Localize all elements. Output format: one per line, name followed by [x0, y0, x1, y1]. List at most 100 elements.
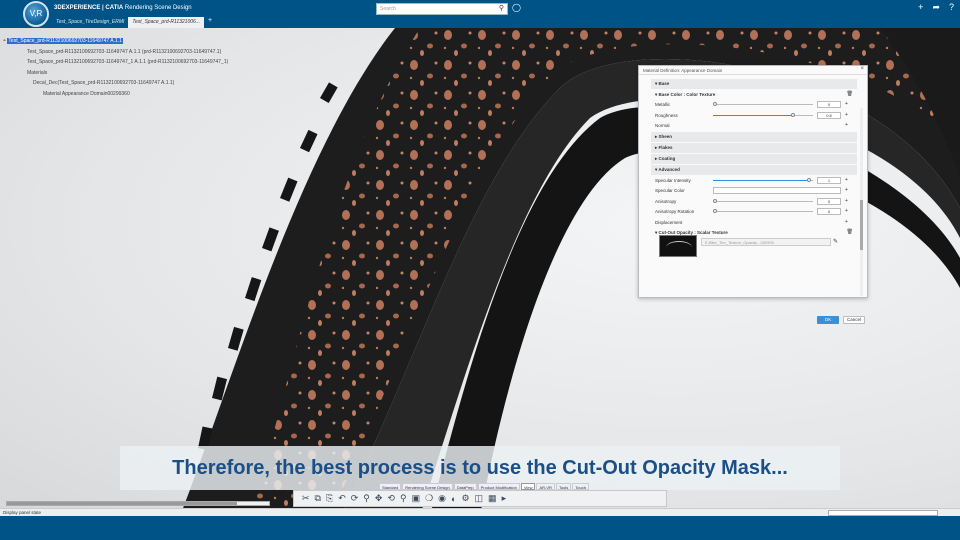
- plus-icon[interactable]: +: [845, 177, 848, 183]
- share-icon[interactable]: ➦: [932, 2, 940, 13]
- cancel-button[interactable]: Cancel: [843, 316, 865, 324]
- section-base[interactable]: ▾ Base: [651, 79, 857, 89]
- tree-item[interactable]: Test_Space_prd-R1132100692703-11649747_1…: [3, 57, 228, 68]
- plus-icon[interactable]: +: [845, 122, 848, 128]
- section-advanced[interactable]: ▾ Advanced: [651, 164, 857, 175]
- metallic-slider[interactable]: [713, 102, 813, 106]
- anisotropy-field[interactable]: 0: [817, 197, 841, 205]
- cube-view-icon[interactable]: ❍: [425, 493, 433, 504]
- display-icon[interactable]: ◫: [475, 493, 484, 504]
- search-icon[interactable]: ⚲: [400, 493, 407, 504]
- specular-color-swatch[interactable]: [713, 187, 841, 194]
- trash-icon[interactable]: 🗑: [847, 229, 853, 235]
- status-bar: Display panel state: [0, 508, 960, 516]
- tab-touch[interactable]: Touch: [572, 483, 589, 490]
- tree-icon[interactable]: ▦: [488, 493, 497, 504]
- base-color-header[interactable]: ▾ Base Color : Color Texture 🗑: [651, 90, 857, 100]
- tab-standard[interactable]: Standard: [379, 483, 402, 490]
- search-placeholder: Search: [380, 6, 396, 12]
- tab-dataprep[interactable]: DataPrep: [453, 483, 477, 490]
- tab-tire-design[interactable]: Test_Space_TireDesign_ERMI: [52, 17, 128, 28]
- tag-icon[interactable]: ◯: [512, 3, 521, 12]
- plus-icon[interactable]: +: [845, 198, 848, 204]
- normal-row: Normal +: [651, 121, 857, 132]
- dialog-title: Material Definition: Appearance Domain ×: [639, 66, 867, 75]
- roughness-row: Roughness 0.8 +: [651, 111, 857, 122]
- settings-icon[interactable]: ⚙: [461, 493, 469, 504]
- tree-item-root[interactable]: ◓ Test_Space_prd-R1132100692703-11649747…: [3, 36, 228, 47]
- tree-item-decal[interactable]: Decal_Dec(Test_Space_prd-R1132100692703-…: [3, 78, 228, 89]
- search-icon[interactable]: ⚲: [499, 4, 504, 12]
- metallic-label: Metallic: [655, 102, 671, 107]
- specular-intensity-field[interactable]: 1: [817, 176, 841, 184]
- texture-edit-icon[interactable]: ✎: [833, 238, 838, 245]
- app-name: Rendering Scene Design: [124, 5, 192, 11]
- plus-icon[interactable]: +: [845, 187, 848, 193]
- displacement-row: Displacement +: [651, 218, 857, 229]
- material-icon[interactable]: ◐: [451, 494, 456, 504]
- paste-icon[interactable]: ⎘: [326, 493, 333, 504]
- compass-icon[interactable]: V,R: [23, 1, 49, 27]
- rotate-icon[interactable]: ⟲: [387, 493, 395, 504]
- texture-thumbnail[interactable]: [659, 235, 697, 257]
- dialog-body: ▾ Base ▾ Base Color : Color Texture 🗑 Met…: [651, 79, 857, 275]
- tab-view[interactable]: View: [520, 483, 536, 490]
- zoom-icon[interactable]: ⚲: [363, 493, 370, 504]
- plus-icon[interactable]: +: [845, 208, 848, 214]
- section-coating[interactable]: ▸ Coating: [651, 153, 857, 164]
- tree-item-material[interactable]: Material Appearance Domain00299360: [3, 89, 228, 100]
- document-tabs: Test_Space_TireDesign_ERMI Test_Space_pr…: [52, 17, 216, 28]
- pan-icon[interactable]: ✥: [375, 493, 383, 504]
- specular-intensity-slider[interactable]: [713, 177, 813, 182]
- app-title: 3DEXPERIENCE | CATIA Rendering Scene Des…: [54, 5, 192, 11]
- dialog-scrollbar[interactable]: [860, 108, 863, 296]
- search-input[interactable]: Search ⚲: [376, 3, 508, 15]
- add-icon[interactable]: +: [918, 2, 923, 13]
- new-tab-icon[interactable]: +: [204, 17, 216, 28]
- ok-button[interactable]: OK: [817, 316, 839, 324]
- tab-rendering-scene-design[interactable]: Rendering Scene Design: [402, 483, 453, 490]
- tab-product-modification[interactable]: Product Modification: [477, 483, 520, 490]
- anisotropy-slider[interactable]: [713, 198, 813, 203]
- specular-color-label: Specular Color: [655, 188, 685, 193]
- metallic-field[interactable]: 0: [817, 101, 841, 108]
- plus-icon[interactable]: +: [845, 101, 848, 107]
- horizontal-scrollbar[interactable]: [6, 501, 270, 506]
- tree-item[interactable]: Test_Space_prd-R1132100692703-11649747 A…: [3, 47, 228, 58]
- cut-icon[interactable]: ✂: [302, 493, 310, 504]
- more-icon[interactable]: ▸: [502, 493, 507, 504]
- undo-icon[interactable]: ↶: [338, 493, 346, 504]
- plus-icon[interactable]: +: [845, 112, 848, 118]
- section-sheen[interactable]: ▸ Sheen: [651, 131, 857, 142]
- dialog-scroll-thumb[interactable]: [860, 200, 863, 250]
- footer-bar: [0, 516, 960, 540]
- anisotropy-rotation-slider[interactable]: [713, 209, 813, 213]
- roughness-slider[interactable]: [713, 112, 813, 117]
- update-icon[interactable]: ⟳: [351, 493, 359, 504]
- help-icon[interactable]: ?: [949, 2, 954, 13]
- normal-label: Normal: [655, 123, 670, 128]
- action-bar-tabs: Standard Rendering Scene Design DataPrep…: [379, 483, 590, 490]
- anisotropy-rotation-field[interactable]: 0: [817, 208, 841, 215]
- tree-item-materials[interactable]: Materials: [3, 68, 228, 79]
- tab-active-product[interactable]: Test_Space_prd-R11321006...: [128, 17, 204, 28]
- roughness-label: Roughness: [655, 112, 678, 118]
- action-toolbar: ✂ ⧉ ⎘ ↶ ⟳ ⚲ ✥ ⟲ ⚲ ▣ ❍ ◉ ◐ ⚙ ◫ ▦ ▸: [293, 490, 667, 507]
- scrollbar-thumb[interactable]: [7, 502, 237, 505]
- trash-icon[interactable]: 🗑: [847, 91, 853, 97]
- camera-icon[interactable]: ▣: [412, 493, 421, 504]
- plus-icon[interactable]: +: [845, 219, 848, 225]
- texture-name-field[interactable]: E-Bike_Tire_Texture_Opacity - 282993: [701, 238, 831, 246]
- render-icon[interactable]: ◉: [438, 493, 446, 504]
- top-right-icons: + ➦ ?: [918, 2, 954, 13]
- close-icon[interactable]: ×: [860, 66, 864, 72]
- section-flakes[interactable]: ▸ Flakes: [651, 142, 857, 153]
- tab-tools[interactable]: Tools: [555, 483, 572, 490]
- displacement-label: Displacement: [655, 219, 683, 225]
- brand-label: 3DEXPERIENCE | CATIA: [54, 5, 124, 11]
- copy-icon[interactable]: ⧉: [315, 493, 321, 504]
- anisotropy-rotation-label: Anisotropy Rotation: [655, 209, 695, 214]
- roughness-field[interactable]: 0.8: [817, 111, 841, 119]
- tab-ar-vr[interactable]: AR-VR: [536, 483, 555, 490]
- metallic-row: Metallic 0 +: [651, 100, 857, 111]
